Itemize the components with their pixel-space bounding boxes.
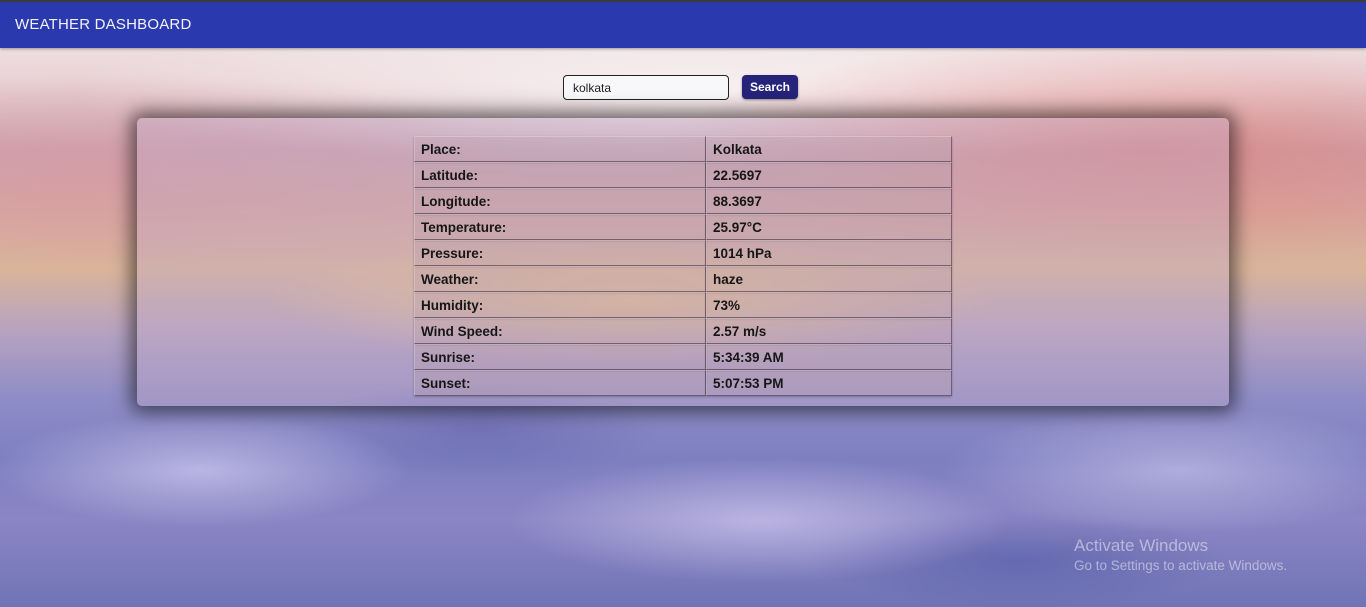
weather-label: Weather: (414, 266, 706, 292)
windows-activation-watermark: Activate Windows Go to Settings to activ… (1074, 536, 1287, 576)
wind-speed-label: Wind Speed: (414, 318, 706, 344)
table-row-humidity: Humidity: 73% (414, 292, 952, 318)
latitude-value: 22.5697 (706, 162, 952, 188)
weather-info-table: Place: Kolkata Latitude: 22.5697 Longitu… (414, 136, 952, 396)
table-row-weather: Weather: haze (414, 266, 952, 292)
humidity-label: Humidity: (414, 292, 706, 318)
table-row-temperature: Temperature: 25.97°C (414, 214, 952, 240)
place-value: Kolkata (706, 136, 952, 162)
wind-speed-value: 2.57 m/s (706, 318, 952, 344)
top-navbar: WEATHER DASHBOARD (0, 0, 1366, 48)
longitude-value: 88.3697 (706, 188, 952, 214)
latitude-label: Latitude: (414, 162, 706, 188)
sunset-label: Sunset: (414, 370, 706, 396)
watermark-subtitle: Go to Settings to activate Windows. (1074, 558, 1288, 573)
table-row-pressure: Pressure: 1014 hPa (414, 240, 952, 266)
sunrise-label: Sunrise: (414, 344, 706, 370)
weather-value: haze (706, 266, 952, 292)
longitude-label: Longitude: (414, 188, 706, 214)
sunrise-value: 5:34:39 AM (706, 344, 952, 370)
temperature-value: 25.97°C (706, 214, 952, 240)
table-row-wind-speed: Wind Speed: 2.57 m/s (414, 318, 952, 344)
pressure-value: 1014 hPa (706, 240, 952, 266)
table-row-longitude: Longitude: 88.3697 (414, 188, 952, 214)
table-row-place: Place: Kolkata (414, 136, 952, 162)
table-row-latitude: Latitude: 22.5697 (414, 162, 952, 188)
table-row-sunset: Sunset: 5:07:53 PM (414, 370, 952, 396)
sunset-value: 5:07:53 PM (706, 370, 952, 396)
table-row-sunrise: Sunrise: 5:34:39 AM (414, 344, 952, 370)
pressure-label: Pressure: (414, 240, 706, 266)
place-label: Place: (414, 136, 706, 162)
humidity-value: 73% (706, 292, 952, 318)
search-button[interactable]: Search (742, 75, 798, 99)
city-search-input[interactable] (563, 75, 729, 100)
watermark-title: Activate Windows (1074, 536, 1209, 555)
temperature-label: Temperature: (414, 214, 706, 240)
app-title: WEATHER DASHBOARD (15, 16, 192, 33)
